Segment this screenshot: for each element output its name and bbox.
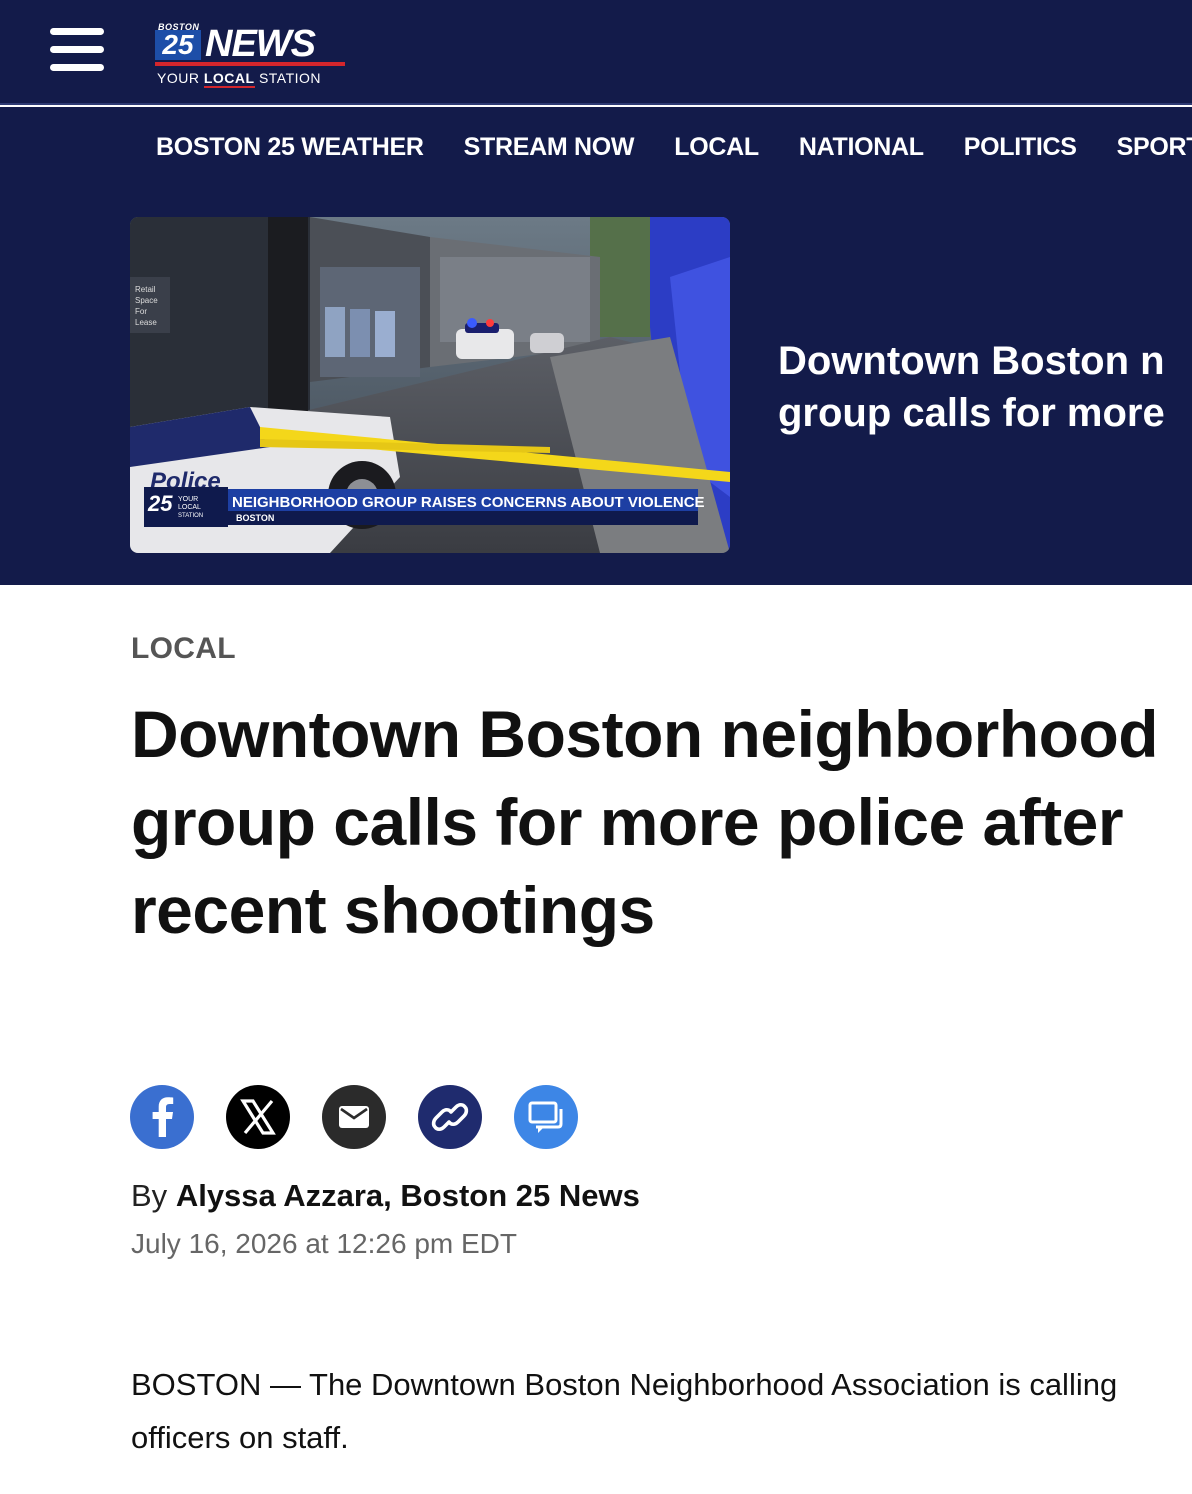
- logo-tagline: YOUR LOCAL STATION: [157, 70, 322, 88]
- svg-text:Space: Space: [135, 296, 158, 305]
- author-name[interactable]: Alyssa Azzara, Boston 25 News: [176, 1178, 640, 1213]
- facebook-share-button[interactable]: [130, 1085, 194, 1149]
- hero-video-thumbnail[interactable]: Retail Space For Lease Police 25 YOUR LO…: [130, 217, 730, 553]
- svg-text:YOUR: YOUR: [178, 496, 198, 503]
- nav-list: BOSTON 25 WEATHER STREAM NOW LOCAL NATIO…: [156, 133, 1192, 162]
- hero-headline[interactable]: Downtown Boston n group calls for more: [778, 335, 1192, 439]
- publish-timestamp: July 16, 2026 at 12:26 pm EDT: [131, 1228, 517, 1259]
- street-scene-image: Retail Space For Lease Police 25 YOUR LO…: [130, 217, 730, 553]
- copy-link-button[interactable]: [418, 1085, 482, 1149]
- byline-prefix: By: [131, 1178, 168, 1213]
- logo-number: 25: [155, 30, 201, 60]
- email-share-button[interactable]: [322, 1085, 386, 1149]
- hamburger-menu-icon[interactable]: [50, 28, 104, 72]
- nav-item-stream-now[interactable]: STREAM NOW: [464, 133, 635, 162]
- svg-text:LOCAL: LOCAL: [178, 504, 201, 511]
- x-icon: [240, 1099, 276, 1135]
- chyron-title: NEIGHBORHOOD GROUP RAISES CONCERNS ABOUT…: [232, 494, 705, 511]
- tagline-bold: LOCAL: [203, 70, 255, 88]
- x-share-button[interactable]: [226, 1085, 290, 1149]
- main-nav: BOSTON 25 WEATHER STREAM NOW LOCAL NATIO…: [0, 107, 1192, 187]
- email-icon: [339, 1106, 369, 1128]
- article-body: BOSTON — The Downtown Boston Neighborhoo…: [131, 1358, 1192, 1464]
- svg-text:25: 25: [147, 491, 173, 516]
- article-headline: Downtown Boston neighborhood group calls…: [131, 697, 1159, 947]
- menu-bar: [50, 46, 104, 53]
- section-label[interactable]: LOCAL: [131, 632, 236, 666]
- nav-item-sports[interactable]: SPORTS: [1117, 133, 1192, 162]
- body-line: BOSTON — The Downtown Boston Neighborhoo…: [131, 1367, 1118, 1402]
- nav-item-national[interactable]: NATIONAL: [799, 133, 924, 162]
- comment-icon: [528, 1101, 563, 1133]
- menu-bar: [50, 28, 104, 35]
- svg-text:For: For: [135, 307, 147, 316]
- svg-text:Lease: Lease: [135, 318, 157, 327]
- nav-item-weather[interactable]: BOSTON 25 WEATHER: [156, 133, 424, 162]
- nav-item-politics[interactable]: POLITICS: [964, 133, 1077, 162]
- share-bar: [130, 1085, 610, 1149]
- tagline-post: STATION: [258, 70, 322, 86]
- tagline-pre: YOUR: [157, 70, 200, 86]
- body-line: officers on staff.: [131, 1420, 349, 1455]
- byline: By Alyssa Azzara, Boston 25 News: [131, 1178, 640, 1214]
- comment-button[interactable]: [514, 1085, 578, 1149]
- hero-headline-line: group calls for more: [778, 391, 1165, 435]
- logo-word: NEWS: [205, 23, 316, 65]
- facebook-icon: [152, 1097, 174, 1137]
- hero-headline-line: Downtown Boston n: [778, 339, 1165, 383]
- hero-section: Retail Space For Lease Police 25 YOUR LO…: [0, 187, 1192, 585]
- retail-sign: Retail: [135, 285, 156, 294]
- site-logo[interactable]: BOSTON 25 NEWS YOUR LOCAL STATION: [155, 22, 350, 92]
- logo-stripe: [155, 62, 345, 66]
- site-header: BOSTON 25 NEWS YOUR LOCAL STATION: [0, 0, 1192, 105]
- link-icon: [431, 1102, 469, 1132]
- menu-bar: [50, 64, 104, 71]
- svg-text:STATION: STATION: [178, 513, 203, 519]
- chyron-location: BOSTON: [236, 513, 274, 523]
- nav-item-local[interactable]: LOCAL: [674, 133, 759, 162]
